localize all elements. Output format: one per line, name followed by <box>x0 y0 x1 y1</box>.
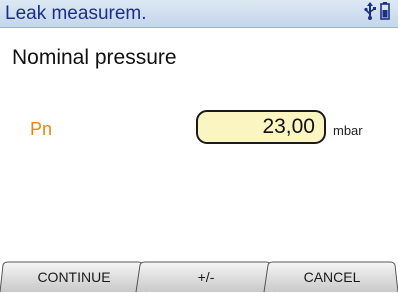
usb-icon <box>364 1 376 25</box>
continue-button[interactable]: CONTINUE <box>8 261 140 293</box>
softkey-bar: CONTINUE +/- CANCEL <box>0 261 398 293</box>
battery-icon <box>380 1 390 25</box>
device-screen: Leak measurem. Nominal pressure Pn 23,00… <box>0 0 398 293</box>
title-bar: Leak measurem. <box>0 0 398 28</box>
parameter-label: Pn <box>30 119 53 139</box>
screen-title: Leak measurem. <box>5 3 147 24</box>
nominal-pressure-field[interactable]: 23,00 <box>196 110 326 144</box>
status-icons <box>364 1 390 25</box>
cancel-button[interactable]: CANCEL <box>272 261 392 293</box>
unit-label: mbar <box>333 123 363 138</box>
page-title: Nominal pressure <box>12 46 177 69</box>
plus-minus-button[interactable]: +/- <box>144 261 268 293</box>
